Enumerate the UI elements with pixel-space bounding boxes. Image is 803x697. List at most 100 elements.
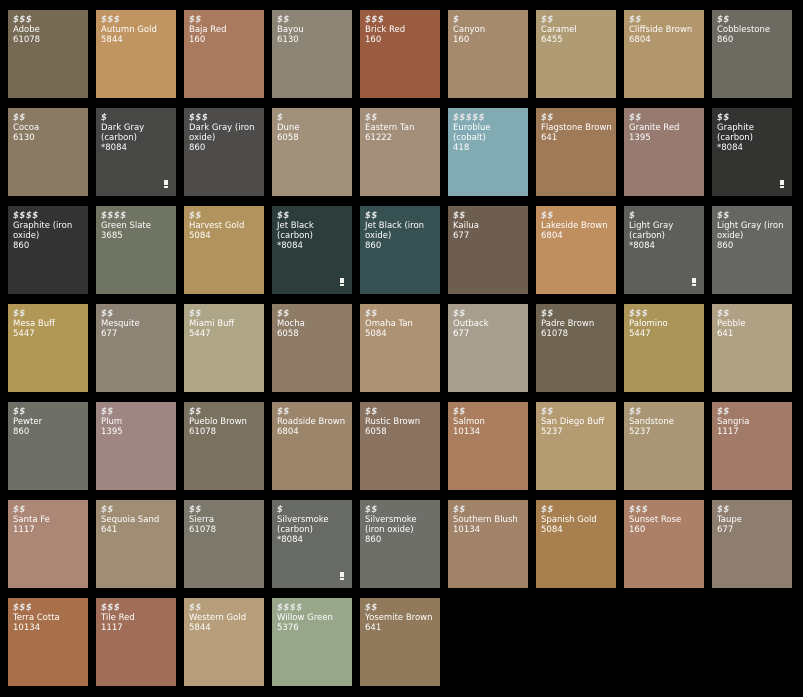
price-tier: $ [277, 113, 284, 123]
color-swatch-graphite-iron-oxide[interactable]: $$$$ Graphite (iron oxide) 860 [8, 206, 88, 294]
color-code: 61078 [189, 525, 217, 535]
color-swatch-mocha[interactable]: $$ Mocha 6058 [272, 304, 352, 392]
color-code: 61078 [13, 35, 41, 45]
color-swatch-silversmoke-iron-oxide[interactable]: $$ Silversmoke (iron oxide) 860 [360, 500, 440, 588]
color-swatch-pewter[interactable]: $$ Pewter 860 [8, 402, 88, 490]
color-code: 1117 [101, 623, 123, 633]
color-code: 6130 [13, 133, 35, 143]
price-tier: $$ [277, 407, 290, 417]
color-swatch-light-gray-iron-oxide[interactable]: $$ Light Gray (iron oxide) 860 [712, 206, 792, 294]
color-swatch-pebble[interactable]: $$ Pebble 641 [712, 304, 792, 392]
color-code: 641 [365, 623, 382, 633]
color-swatch-outback[interactable]: $$ Outback 677 [448, 304, 528, 392]
color-swatch-canyon[interactable]: $ Canyon 160 [448, 10, 528, 98]
price-tier: $$ [189, 309, 202, 319]
color-code: 1395 [101, 427, 123, 437]
color-swatch-miami-buff[interactable]: $$ Miami Buff 5447 [184, 304, 264, 392]
color-swatch-autumn-gold[interactable]: $$$ Autumn Gold 5844 [96, 10, 176, 98]
color-swatch-sierra[interactable]: $$ Sierra 61078 [184, 500, 264, 588]
color-name: Harvest Gold [189, 221, 245, 231]
color-swatch-harvest-gold[interactable]: $$ Harvest Gold 5084 [184, 206, 264, 294]
color-swatch-dark-gray-iron-oxide[interactable]: $$$ Dark Gray (iron oxide) 860 [184, 108, 264, 196]
color-code: 6058 [277, 133, 299, 143]
price-tier: $$ [13, 309, 26, 319]
color-swatch-cobblestone[interactable]: $$ Cobblestone 860 [712, 10, 792, 98]
color-swatch-omaha-tan[interactable]: $$ Omaha Tan 5084 [360, 304, 440, 392]
color-swatch-spanish-gold[interactable]: $$ Spanish Gold 5084 [536, 500, 616, 588]
color-swatch-eastern-tan[interactable]: $$ Eastern Tan 61222 [360, 108, 440, 196]
color-code: *8084 [277, 241, 303, 251]
color-swatch-kailua[interactable]: $$ Kailua 677 [448, 206, 528, 294]
color-swatch-roadside-brown[interactable]: $$ Roadside Brown 6804 [272, 402, 352, 490]
color-swatch-palomino[interactable]: $$$ Palomino 5447 [624, 304, 704, 392]
color-name: Yosemite Brown [365, 613, 433, 623]
color-code: 6455 [541, 35, 563, 45]
price-tier: $$ [541, 407, 554, 417]
color-swatch-lakeside-brown[interactable]: $$ Lakeside Brown 6804 [536, 206, 616, 294]
color-swatch-cliffside-brown[interactable]: $$ Cliffside Brown 6804 [624, 10, 704, 98]
color-swatch-bayou[interactable]: $$ Bayou 6130 [272, 10, 352, 98]
color-swatch-graphite-carbon[interactable]: $$ Graphite (carbon) *8084 [712, 108, 792, 196]
color-swatch-silversmoke-carbon[interactable]: $ Silversmoke (carbon) *8084 [272, 500, 352, 588]
color-name: Graphite (iron oxide) [13, 221, 73, 241]
price-tier: $$ [365, 505, 378, 515]
color-swatch-pueblo-brown[interactable]: $$ Pueblo Brown 61078 [184, 402, 264, 490]
color-swatch-jet-black-carbon[interactable]: $$ Jet Black (carbon) *8084 [272, 206, 352, 294]
color-code: 10134 [453, 525, 481, 535]
color-swatch-dune[interactable]: $ Dune 6058 [272, 108, 352, 196]
color-swatch-san-diego-buff[interactable]: $$ San Diego Buff 5237 [536, 402, 616, 490]
color-swatch-taupe[interactable]: $$ Taupe 677 [712, 500, 792, 588]
exclamation-icon [692, 278, 696, 286]
color-code: 160 [189, 35, 206, 45]
exclamation-icon-bar [340, 572, 344, 577]
color-code: 3685 [101, 231, 123, 241]
price-tier: $$ [277, 211, 290, 221]
color-swatch-salmon[interactable]: $$ Salmon 10134 [448, 402, 528, 490]
color-code: 641 [717, 329, 734, 339]
color-swatch-caramel[interactable]: $$ Caramel 6455 [536, 10, 616, 98]
color-swatch-southern-blush[interactable]: $$ Southern Blush 10134 [448, 500, 528, 588]
color-swatch-sangria[interactable]: $$ Sangria 1117 [712, 402, 792, 490]
color-code: 677 [101, 329, 118, 339]
color-swatch-mesquite[interactable]: $$ Mesquite 677 [96, 304, 176, 392]
color-swatch-mesa-buff[interactable]: $$ Mesa Buff 5447 [8, 304, 88, 392]
color-swatch-plum[interactable]: $$ Plum 1395 [96, 402, 176, 490]
color-code: 61078 [189, 427, 217, 437]
color-swatch-jet-black-iron-oxide[interactable]: $$ Jet Black (iron oxide) 860 [360, 206, 440, 294]
color-swatch-yosemite-brown[interactable]: $$ Yosemite Brown 641 [360, 598, 440, 686]
color-code: 160 [365, 35, 382, 45]
color-swatch-sunset-rose[interactable]: $$$ Sunset Rose 160 [624, 500, 704, 588]
color-swatch-brick-red[interactable]: $$$ Brick Red 160 [360, 10, 440, 98]
color-swatch-santa-fe[interactable]: $$ Santa Fe 1117 [8, 500, 88, 588]
color-swatch-baja-red[interactable]: $$ Baja Red 160 [184, 10, 264, 98]
color-code: 860 [13, 241, 30, 251]
color-code: 10134 [13, 623, 41, 633]
color-swatch-rustic-brown[interactable]: $$ Rustic Brown 6058 [360, 402, 440, 490]
price-tier: $$$$ [101, 211, 127, 221]
color-swatch-cocoa[interactable]: $$ Cocoa 6130 [8, 108, 88, 196]
color-name: Caramel [541, 25, 577, 35]
color-code: 1117 [13, 525, 35, 535]
price-tier: $$ [101, 407, 114, 417]
price-tier: $$ [453, 407, 466, 417]
color-swatch-green-slate[interactable]: $$$$ Green Slate 3685 [96, 206, 176, 294]
color-swatch-light-gray-carbon[interactable]: $ Light Gray (carbon) *8084 [624, 206, 704, 294]
color-swatch-granite-red[interactable]: $$ Granite Red 1395 [624, 108, 704, 196]
color-swatch-dark-gray-carbon[interactable]: $ Dark Gray (carbon) *8084 [96, 108, 176, 196]
color-swatch-terra-cotta[interactable]: $$$ Terra Cotta 10134 [8, 598, 88, 686]
color-swatch-flagstone-brown[interactable]: $$ Flagstone Brown 641 [536, 108, 616, 196]
color-swatch-western-gold[interactable]: $$ Western Gold 5844 [184, 598, 264, 686]
color-swatch-adobe[interactable]: $$$ Adobe 61078 [8, 10, 88, 98]
color-swatch-sandstone[interactable]: $$ Sandstone 5237 [624, 402, 704, 490]
price-tier: $ [629, 211, 636, 221]
color-code: 860 [13, 427, 30, 437]
color-name: Flagstone Brown [541, 123, 612, 133]
color-swatch-euroblue-cobalt[interactable]: $$$$$ Euroblue (cobalt) 418 [448, 108, 528, 196]
price-tier: $$ [717, 407, 730, 417]
color-swatch-willow-green[interactable]: $$$$ Willow Green 5376 [272, 598, 352, 686]
color-code: 5084 [365, 329, 387, 339]
color-swatch-sequoia-sand[interactable]: $$ Sequoia Sand 641 [96, 500, 176, 588]
color-name: Santa Fe [13, 515, 50, 525]
color-swatch-tile-red[interactable]: $$$ Tile Red 1117 [96, 598, 176, 686]
color-swatch-padre-brown[interactable]: $$ Padre Brown 61078 [536, 304, 616, 392]
